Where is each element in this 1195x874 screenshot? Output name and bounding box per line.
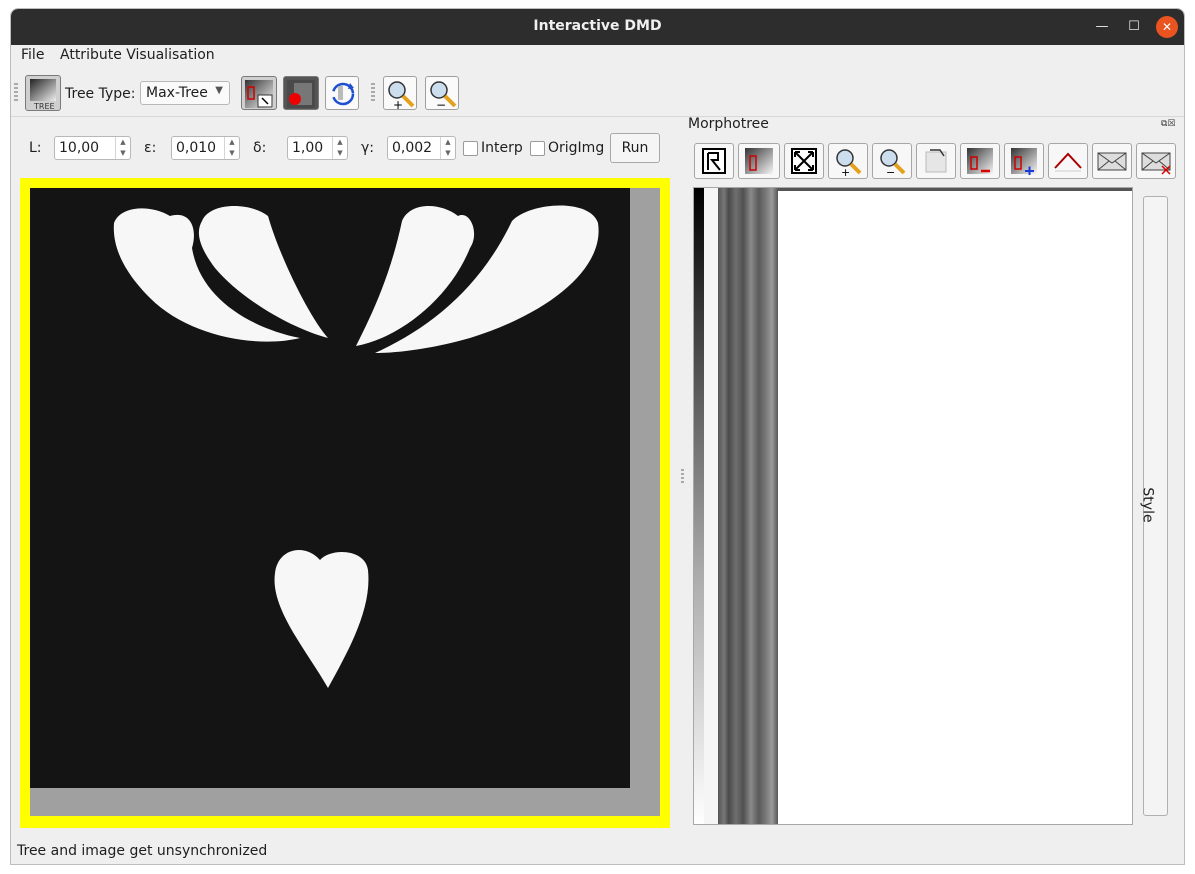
leaf-icon bbox=[745, 148, 773, 174]
image-content bbox=[30, 188, 630, 788]
record-button[interactable] bbox=[283, 76, 319, 110]
menu-file[interactable]: File bbox=[21, 47, 44, 63]
tree-node-band bbox=[718, 188, 778, 824]
param-gamma-label: γ: bbox=[361, 140, 375, 156]
mt-zoom-out-button[interactable]: − bbox=[872, 143, 912, 179]
tree-type-select[interactable]: Max-Tree ▼ bbox=[140, 81, 230, 105]
toolbar-grip[interactable] bbox=[14, 83, 18, 103]
status-bar-text: Tree and image get unsynchronized bbox=[17, 843, 268, 859]
mt-leaf-button[interactable] bbox=[738, 143, 780, 179]
add-icon bbox=[1011, 148, 1037, 175]
mt-rotate-button[interactable] bbox=[916, 143, 956, 179]
style-tab[interactable]: Style bbox=[1139, 196, 1168, 816]
image-canvas bbox=[30, 188, 660, 816]
tree-type-value: Max-Tree bbox=[146, 85, 208, 101]
spin-arrows-icon[interactable]: ▲ ▼ bbox=[332, 137, 347, 159]
chevron-down-icon: ▼ bbox=[215, 85, 223, 96]
spin-arrows-icon[interactable]: ▲ ▼ bbox=[224, 137, 239, 159]
param-delta-spinbox[interactable]: 1,00 ▲ ▼ bbox=[287, 136, 348, 160]
toolbar-grip-2[interactable] bbox=[371, 83, 375, 103]
envelope-remove-icon bbox=[1141, 152, 1171, 175]
zoom-in-icon: + bbox=[836, 149, 862, 176]
heart-shape bbox=[274, 550, 369, 688]
record-icon bbox=[287, 80, 315, 108]
select-node-icon bbox=[245, 80, 273, 108]
image-shapes bbox=[113, 205, 599, 688]
dock-float-close-icon[interactable]: ⧉☒ bbox=[1161, 119, 1176, 129]
run-button[interactable]: Run bbox=[610, 133, 660, 163]
mt-tree-button[interactable] bbox=[694, 143, 734, 179]
main-toolbar: TREE Tree Type: Max-Tree ▼ + − bbox=[11, 68, 1184, 117]
app-window: Interactive DMD — ☐ ✕ File Attribute Vis… bbox=[10, 8, 1185, 865]
zoom-in-icon: + bbox=[388, 81, 415, 111]
param-delta-value: 1,00 bbox=[292, 140, 324, 156]
param-eps-value: 0,010 bbox=[176, 140, 217, 156]
close-icon[interactable]: ✕ bbox=[1156, 16, 1178, 38]
menu-bar: File Attribute Visualisation bbox=[11, 45, 1184, 67]
mt-add-button[interactable] bbox=[1004, 143, 1044, 179]
interp-label: Interp bbox=[481, 140, 523, 156]
window-title: Interactive DMD bbox=[533, 18, 662, 34]
style-tab-label: Style bbox=[1139, 487, 1156, 523]
svg-text:+: + bbox=[841, 166, 850, 176]
refresh-button[interactable] bbox=[325, 76, 359, 110]
mt-envelope-button[interactable] bbox=[1092, 143, 1132, 179]
interp-checkbox[interactable] bbox=[463, 141, 478, 156]
minimize-icon[interactable]: — bbox=[1091, 16, 1113, 38]
envelope-icon bbox=[1097, 152, 1127, 171]
svg-text:−: − bbox=[886, 166, 895, 176]
panel-splitter[interactable] bbox=[681, 469, 684, 485]
tree-button[interactable]: TREE bbox=[25, 75, 61, 111]
morphotree-view[interactable] bbox=[693, 187, 1133, 825]
param-l-spinbox[interactable]: 10,00 ▲ ▼ bbox=[54, 136, 131, 160]
origimg-label: OrigImg bbox=[548, 140, 605, 156]
svg-text:+: + bbox=[393, 98, 403, 111]
mt-zoom-in-button[interactable]: + bbox=[828, 143, 868, 179]
zoom-out-icon: − bbox=[880, 149, 906, 176]
fit-icon bbox=[791, 148, 817, 174]
param-eps-label: ε: bbox=[144, 140, 157, 156]
param-gamma-value: 0,002 bbox=[392, 140, 433, 156]
menu-attribute-visualisation[interactable]: Attribute Visualisation bbox=[60, 47, 215, 63]
svg-text:−: − bbox=[436, 98, 446, 111]
zoom-out-button[interactable]: − bbox=[425, 76, 459, 111]
mt-envelope-remove-button[interactable] bbox=[1136, 143, 1176, 179]
param-l-value: 10,00 bbox=[59, 140, 100, 156]
dock-title: Morphotree bbox=[688, 116, 769, 132]
tree-root-band bbox=[694, 188, 704, 824]
param-l-label: L: bbox=[29, 140, 42, 156]
zoom-in-button[interactable]: + bbox=[383, 76, 417, 111]
origimg-checkbox[interactable] bbox=[530, 141, 545, 156]
spin-arrows-icon[interactable]: ▲ ▼ bbox=[115, 137, 130, 159]
mt-fit-button[interactable] bbox=[784, 143, 824, 179]
maximize-icon[interactable]: ☐ bbox=[1123, 16, 1145, 38]
zoom-out-icon: − bbox=[430, 81, 457, 111]
tree-icon: TREE bbox=[30, 79, 56, 111]
curve-icon bbox=[1054, 152, 1082, 172]
remove-icon bbox=[967, 148, 993, 174]
tree-type-label: Tree Type: bbox=[65, 86, 136, 102]
image-view[interactable] bbox=[20, 178, 670, 828]
spin-arrows-icon[interactable]: ▲ ▼ bbox=[440, 137, 455, 159]
select-node-button[interactable] bbox=[241, 76, 277, 110]
tree-button-label: TREE bbox=[33, 102, 55, 111]
mt-curve-button[interactable] bbox=[1048, 143, 1088, 179]
param-delta-label: δ: bbox=[253, 140, 267, 156]
tree-icon bbox=[702, 148, 726, 174]
mt-remove-button[interactable] bbox=[960, 143, 1000, 179]
morphotree-render bbox=[694, 188, 1132, 824]
param-eps-spinbox[interactable]: 0,010 ▲ ▼ bbox=[171, 136, 240, 160]
rotate-icon bbox=[925, 149, 947, 173]
refresh-icon bbox=[331, 82, 355, 106]
title-bar[interactable]: Interactive DMD — ☐ ✕ bbox=[11, 9, 1184, 45]
param-gamma-spinbox[interactable]: 0,002 ▲ ▼ bbox=[387, 136, 456, 160]
